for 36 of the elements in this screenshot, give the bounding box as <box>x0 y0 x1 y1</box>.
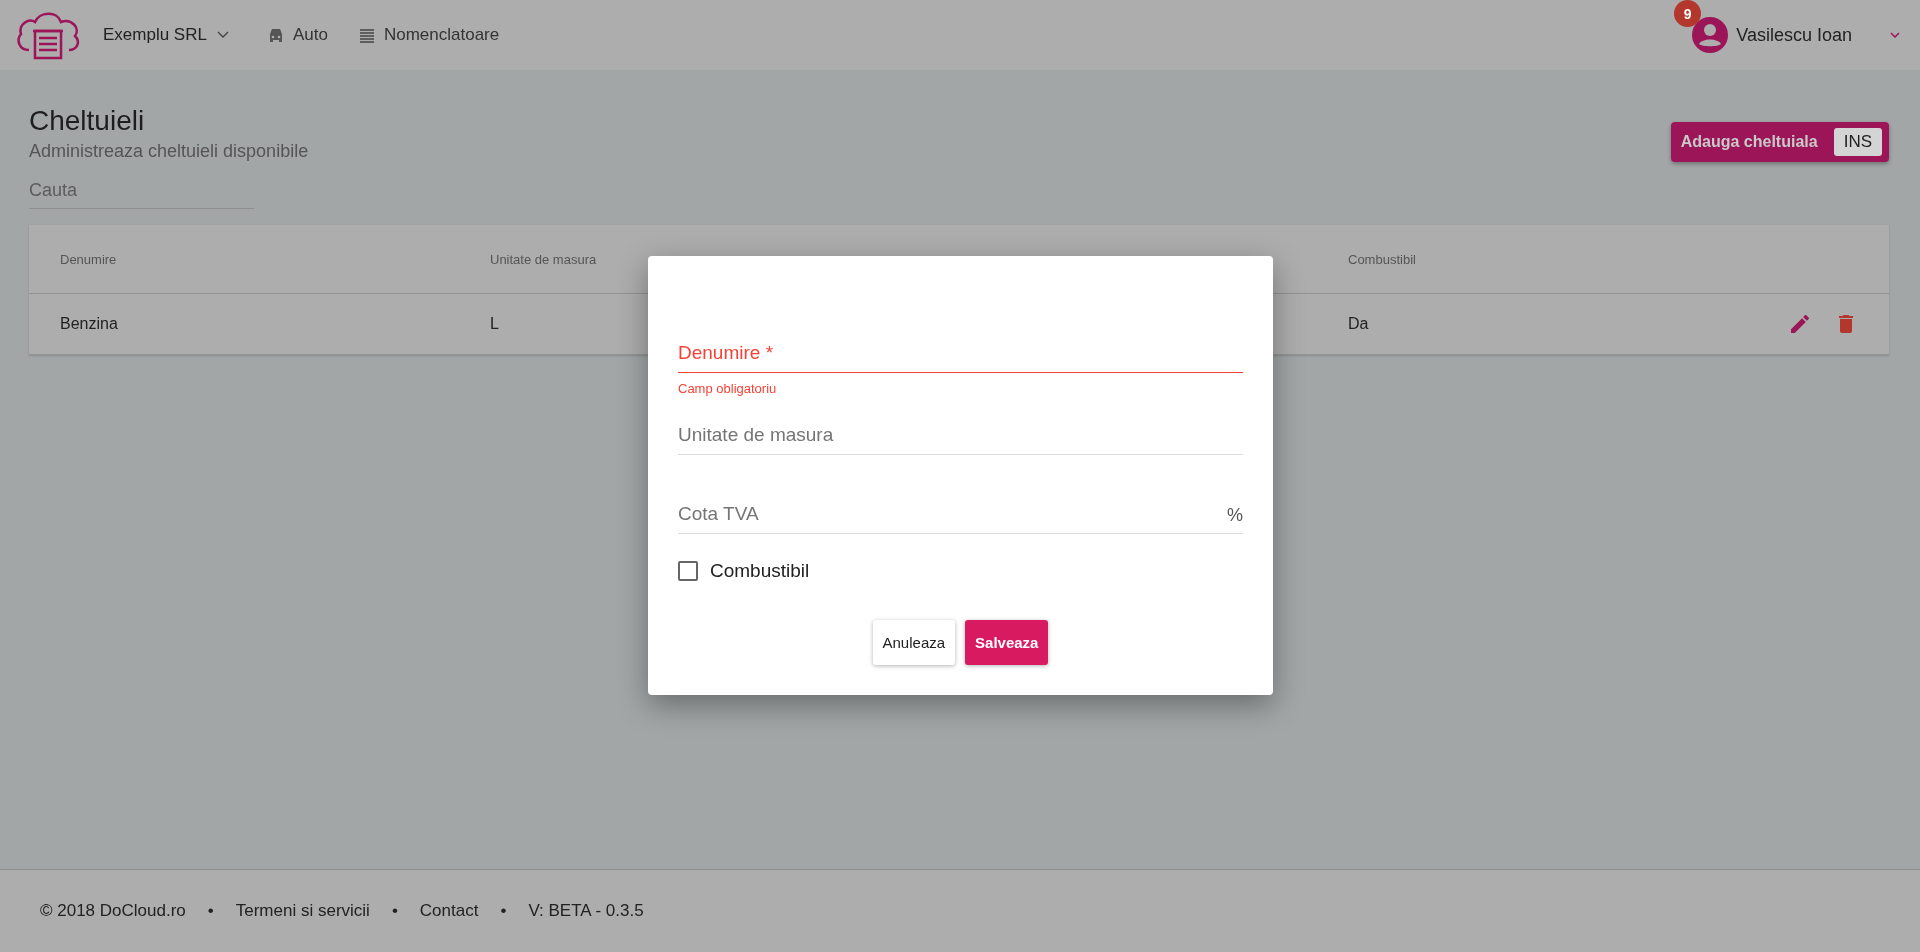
separator-dot: • <box>391 901 398 921</box>
table-cell: L <box>490 315 499 333</box>
page-title: Cheltuieli <box>29 105 145 137</box>
column-header: Unitate de masura <box>490 251 597 267</box>
column-header: Denumire <box>60 251 117 267</box>
percent-suffix: % <box>1227 505 1243 526</box>
separator-dot: • <box>500 901 507 921</box>
add-expense-button[interactable]: Adauga cheltuiala INS <box>1670 122 1889 162</box>
error-message: Camp obligatoriu <box>678 381 778 396</box>
column-header: Combustibil <box>1348 251 1416 267</box>
chevron-down-icon <box>1890 32 1900 38</box>
search-field[interactable]: Cauta <box>29 176 254 209</box>
company-dropdown[interactable]: Exemplu SRL <box>103 25 229 45</box>
chevron-down-icon <box>216 31 229 39</box>
pencil-icon[interactable] <box>1788 312 1812 336</box>
input-field[interactable]: Denumire * <box>678 342 1243 373</box>
footer-text: V: BETA - 0.3.5 <box>528 901 644 921</box>
checkbox-label: Combustibil <box>710 560 810 582</box>
list-icon <box>357 26 376 44</box>
nav-link[interactable]: Nomenclatoare <box>357 21 500 49</box>
save-button[interactable]: Salveaza <box>965 620 1049 665</box>
shortcut-key: INS <box>1833 128 1882 156</box>
cancel-button[interactable]: Anuleaza <box>872 620 956 665</box>
notification-badge: 9 <box>1674 0 1702 27</box>
cloud-logo <box>15 10 81 60</box>
table-cell: Da <box>1348 315 1369 333</box>
user-avatar-icon <box>1692 17 1729 53</box>
footer-link[interactable]: Contact <box>419 901 479 921</box>
separator-dot: • <box>207 901 214 921</box>
table-cell: Benzina <box>60 315 118 333</box>
page-subtitle: Administreaza cheltuieli disponibile <box>29 141 309 162</box>
nav-link[interactable]: Auto <box>266 21 328 49</box>
footer-text: © 2018 DoCloud.ro <box>40 901 186 921</box>
footer-link[interactable]: Termeni si servicii <box>235 901 370 921</box>
checkbox[interactable] <box>678 561 698 581</box>
user-menu[interactable]: Vasilescu Ioan <box>1692 17 1900 53</box>
